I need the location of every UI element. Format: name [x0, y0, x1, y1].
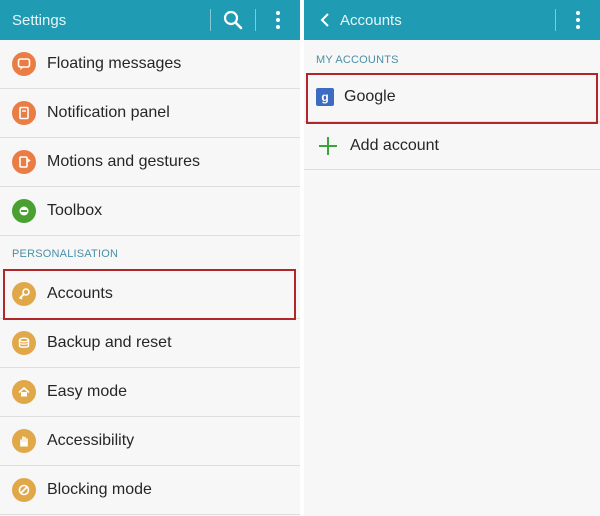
- search-button[interactable]: [211, 0, 255, 40]
- more-vert-icon: [276, 11, 280, 29]
- add-account-button[interactable]: Add account: [304, 122, 600, 170]
- hand-motion-icon: [12, 150, 36, 174]
- settings-app-bar: Settings: [0, 0, 300, 40]
- settings-item-floating-messages[interactable]: Floating messages: [0, 40, 300, 89]
- settings-item-toolbox[interactable]: Toolbox: [0, 187, 300, 236]
- settings-item-label: Toolbox: [47, 202, 103, 219]
- search-icon: [223, 10, 243, 30]
- section-header-personalisation: PERSONALISATION: [12, 248, 119, 260]
- accounts-highlight-box: [3, 269, 296, 320]
- settings-item-easy-mode[interactable]: Easy mode: [0, 368, 300, 417]
- notification-panel-icon: [12, 101, 36, 125]
- add-account-label: Add account: [350, 136, 439, 154]
- settings-item-motions-and-gestures[interactable]: Motions and gestures: [0, 138, 300, 187]
- settings-item-label: Blocking mode: [47, 481, 152, 498]
- chat-bubble-icon: [12, 52, 36, 76]
- accounts-title: Accounts: [340, 11, 402, 29]
- plus-icon: [318, 136, 338, 156]
- settings-item-notification-panel[interactable]: Notification panel: [0, 89, 300, 138]
- settings-item-label: Motions and gestures: [47, 153, 200, 170]
- settings-item-label: Accessibility: [47, 432, 135, 449]
- more-vert-icon: [576, 11, 580, 29]
- accounts-app-bar: Accounts: [304, 0, 600, 40]
- settings-item-label: Floating messages: [47, 55, 182, 72]
- more-options-button[interactable]: [556, 0, 600, 40]
- back-button[interactable]: [304, 0, 330, 40]
- toolbox-icon: [12, 199, 36, 223]
- settings-panel: Settings Floating messages Notification …: [0, 0, 300, 516]
- accounts-panel: Accounts MY ACCOUNTS g Google Add accoun…: [304, 0, 600, 516]
- settings-item-label: Easy mode: [47, 383, 128, 400]
- block-icon: [12, 478, 36, 502]
- settings-item-label: Backup and reset: [47, 334, 172, 351]
- settings-item-label: Notification panel: [47, 104, 170, 121]
- google-highlight-box: [306, 73, 598, 124]
- more-options-button[interactable]: [256, 0, 300, 40]
- chevron-left-icon: [320, 13, 329, 27]
- settings-item-blocking-mode[interactable]: Blocking mode: [0, 466, 300, 515]
- settings-item-accessibility[interactable]: Accessibility: [0, 417, 300, 466]
- section-header-my-accounts: MY ACCOUNTS: [316, 54, 399, 66]
- hand-icon: [12, 429, 36, 453]
- home-icon: [12, 380, 36, 404]
- settings-item-backup-and-reset[interactable]: Backup and reset: [0, 319, 300, 368]
- backup-icon: [12, 331, 36, 355]
- settings-title: Settings: [12, 11, 67, 29]
- screenshot: Settings Floating messages Notification …: [0, 0, 600, 516]
